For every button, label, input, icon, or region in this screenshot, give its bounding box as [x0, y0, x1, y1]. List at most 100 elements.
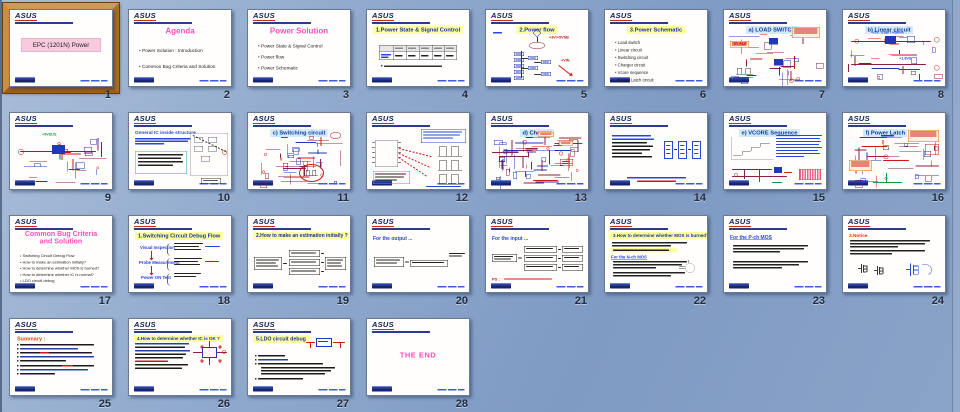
schematic-shape [512, 140, 513, 156]
pegatron-logo [848, 283, 868, 289]
asus-logo: ASUS [134, 115, 156, 124]
slide-thumbnail[interactable]: ASUS1.Power State & Signal Control [366, 9, 470, 87]
slide-thumbnail[interactable]: ASUS3.Power SchematicLoad switchLinear c… [604, 9, 708, 87]
slide-thumbnail[interactable]: ASUSFor the input ...PS : [485, 215, 589, 293]
slide-title: Summary : [17, 336, 45, 342]
slide-thumbnail[interactable]: ASUS1.Switching Circuit Debug FlowVisual… [128, 215, 232, 293]
tagline-bar [491, 228, 549, 230]
schematic-shape [432, 45, 433, 60]
asus-logo: ASUS [253, 218, 275, 227]
slide-thumbnail[interactable]: ASUSc) Switching circuit [247, 112, 351, 190]
slide-thumbnail[interactable]: ASUS+5VSUS [9, 112, 113, 190]
schematic-shape [680, 153, 685, 154]
slide-thumbnail[interactable]: ASUS5.LDO circuit debug [247, 318, 351, 396]
slide-thumbnail[interactable]: ASUSd) Charger [485, 112, 589, 190]
slide-thumbnail[interactable]: ASUSTHE END [366, 318, 470, 396]
schematic-shape [135, 361, 168, 362]
slide-number: 5 [485, 89, 589, 101]
slide-thumbnail[interactable]: ASUSCommon Bug Criteria and SolutionSwit… [9, 215, 113, 293]
schematic-shape [321, 137, 322, 146]
schematic-shape [258, 359, 288, 360]
schematic-shape [680, 145, 685, 146]
confidential-link [81, 183, 108, 185]
schematic-shape [372, 157, 375, 158]
bullet-item: LDO circuit debug [20, 278, 109, 284]
logo-underline [253, 329, 275, 330]
schematic-shape [612, 146, 653, 147]
schematic-shape [545, 137, 546, 145]
slide-thumbnail[interactable]: ASUSf) Power Latch [842, 112, 946, 190]
slide-canvas: ASUSa) LOAD SWITCH+5V ALW [724, 10, 826, 86]
schematic-shape [867, 266, 868, 273]
slide-thumbnail[interactable]: ASUSFor the P-ch MOS [723, 215, 827, 293]
slide-thumbnail[interactable]: ASUSa) LOAD SWITCH+5V ALW [723, 9, 827, 87]
slide-thumbnail[interactable]: ASUS [604, 112, 708, 190]
slide-thumbnail[interactable]: ASUSPower SolutionPower State & Signal C… [247, 9, 351, 87]
schematic-shape [794, 33, 818, 34]
slide-number: 7 [723, 89, 827, 101]
slide-thumbnail[interactable]: ASUSSummary : [9, 318, 113, 396]
slide-thumbnail[interactable]: ASUSGeneral IC inside structure [128, 112, 232, 190]
slide-thumbnail[interactable]: ASUS4.How to determine whether IC is OK … [128, 318, 232, 396]
timing-diagram [731, 137, 774, 160]
slide-thumbnail[interactable]: ASUS3.How to determine whether MOS is bu… [604, 215, 708, 293]
schematic-shape [290, 174, 291, 185]
box-shape [76, 162, 85, 169]
bullet-item: Power State & Signal Control [258, 41, 347, 52]
asus-logo: ASUS [15, 115, 37, 124]
slide-thumbnail[interactable]: ASUSe) VCORE Sequence [723, 112, 827, 190]
schematic-shape [744, 169, 745, 179]
slide-number: 16 [842, 192, 946, 204]
slide-title: 3.Power Schematic [627, 26, 685, 34]
schematic-shape [421, 48, 429, 49]
logo-underline [15, 329, 37, 330]
confidential-link [438, 389, 465, 391]
box-shape [570, 150, 574, 157]
box-shape [905, 143, 908, 147]
slide-canvas: ASUSFor the output ... [367, 216, 469, 292]
schematic-shape [776, 135, 822, 136]
slide-title: Power Solution [248, 27, 350, 36]
schematic-shape [526, 266, 553, 267]
box-shape [265, 174, 269, 180]
schematic-shape [859, 137, 887, 138]
schematic-shape [423, 132, 462, 133]
logo-underline [372, 226, 394, 227]
confidential-link [319, 389, 346, 391]
schematic-shape [776, 153, 820, 154]
asus-logo: ASUS [372, 115, 394, 124]
box-shape [504, 149, 508, 153]
slide-thumbnail[interactable]: ASUS2.Notice [842, 215, 946, 293]
schematic-shape [559, 138, 582, 139]
slide-thumbnail[interactable]: ASUSFor the output ... [366, 215, 470, 293]
bullet-item: Linear circuit [615, 47, 704, 55]
slide-thumbnail[interactable]: ASUS2.Power flow+3V/+5VSB+VIN [485, 9, 589, 87]
logo-underline [15, 226, 37, 227]
slide-thumbnail[interactable]: ASUSb) Linear circuit+5V_USB / +5BVA+1.8… [842, 9, 946, 87]
slide-thumbnail[interactable]: ASUSEPC (1201N) Power [9, 9, 113, 87]
schematic-shape [523, 157, 524, 168]
circle-shape [264, 153, 267, 156]
mosfet-block [774, 59, 783, 66]
slide-thumbnail[interactable]: ASUS [366, 112, 470, 190]
slide-thumbnail[interactable]: ASUSAgendaPower Solution : IntroductionC… [128, 9, 232, 87]
schematic-shape [509, 167, 510, 171]
tagline-bar [491, 125, 549, 127]
schematic-shape [408, 48, 416, 49]
schematic-shape [666, 149, 671, 150]
schematic-shape [20, 365, 94, 366]
ps-note: PS : [492, 277, 500, 282]
schematic-shape [850, 240, 930, 241]
schematic-shape [564, 257, 579, 258]
schematic-shape [733, 245, 808, 246]
schematic-shape [174, 264, 200, 265]
schematic-shape [20, 348, 78, 349]
waveform-glyph [438, 146, 462, 157]
schematic-shape [151, 251, 152, 258]
slide-number: 28 [366, 398, 470, 410]
asus-logo: ASUS [729, 115, 751, 124]
schematic-shape [516, 66, 523, 67]
slide-number: 21 [485, 295, 589, 307]
schematic-shape [318, 341, 328, 342]
slide-thumbnail[interactable]: ASUS2.How to make an estimation initiall… [247, 215, 351, 293]
